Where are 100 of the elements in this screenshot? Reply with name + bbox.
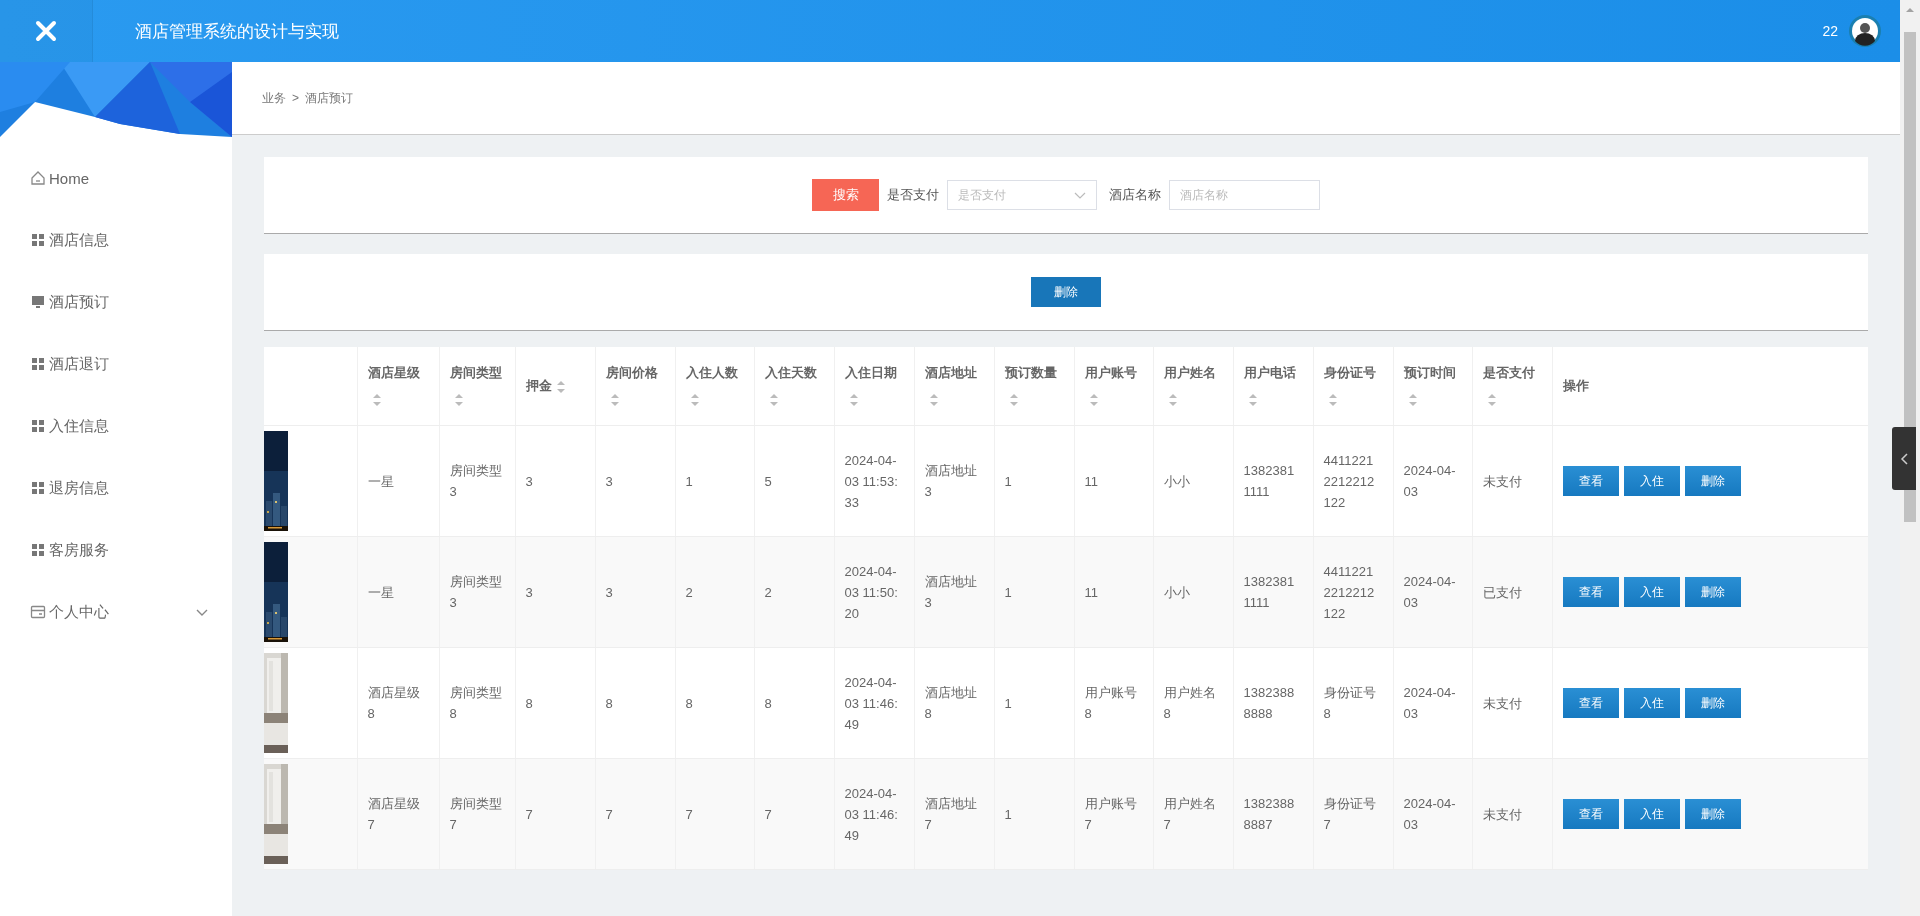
sort-icon[interactable] [1088, 392, 1099, 407]
column-header[interactable]: 用户账号 [1084, 365, 1137, 380]
table-cell-text: 1 [1004, 805, 1013, 824]
column-header[interactable]: 入住日期 [844, 365, 897, 380]
scroll-up-icon[interactable] [1905, 6, 1915, 14]
sidebar-item[interactable]: 个人中心 [49, 602, 109, 622]
sidebar-item[interactable]: 酒店预订 [49, 292, 109, 312]
column-header[interactable]: 押金 [525, 378, 552, 393]
row-action-button[interactable]: 查看 [1562, 577, 1619, 607]
table-cell-text: 用户账号7 [1084, 795, 1138, 834]
sidebar-item[interactable]: 酒店信息 [49, 230, 109, 250]
table-cell-text: 3 [605, 472, 614, 491]
sort-icon[interactable] [1247, 392, 1258, 407]
sort-icon[interactable] [848, 392, 859, 407]
table-cell-text: 一星 [367, 583, 395, 602]
breadcrumb-separator: > [292, 91, 299, 105]
avatar-icon[interactable] [1848, 14, 1882, 48]
table-cell-text: 2024-04-03 11:53:33 [844, 451, 899, 512]
breadcrumb-item[interactable]: 业务 [262, 89, 286, 107]
row-action-button[interactable]: 入住 [1623, 799, 1680, 829]
column-header[interactable]: 是否支付 [1482, 365, 1535, 380]
sidebar-item[interactable]: 酒店退订 [49, 354, 109, 374]
row-action-button[interactable]: 查看 [1562, 688, 1619, 718]
table-cell-text: 一星 [367, 472, 395, 491]
table-cell-text: 7 [764, 805, 773, 824]
table-cell-text: 未支付 [1482, 472, 1523, 491]
row-action-button[interactable]: 删除 [1684, 466, 1741, 496]
table-cell-text: 酒店星级7 [367, 795, 421, 834]
sort-icon[interactable] [928, 392, 939, 407]
sort-icon[interactable] [1407, 392, 1418, 407]
chevron-left-icon [1899, 452, 1909, 465]
table-cell-text: 3 [605, 583, 614, 602]
column-header[interactable]: 预订数量 [1004, 365, 1057, 380]
row-action-button[interactable]: 删除 [1684, 688, 1741, 718]
table-cell-text: 身份证号8 [1323, 684, 1377, 723]
sort-icon[interactable] [555, 379, 566, 394]
sidebar-item[interactable]: 入住信息 [49, 416, 109, 436]
column-header[interactable]: 用户电话 [1243, 365, 1296, 380]
table-cell-text: 7 [525, 805, 534, 824]
sort-icon[interactable] [371, 392, 382, 407]
table-cell-text: 2024-04-03 11:46:49 [844, 784, 899, 845]
row-action-button[interactable]: 入住 [1623, 577, 1680, 607]
close-icon[interactable] [35, 20, 57, 42]
table-cell-text: 酒店地址8 [924, 684, 978, 723]
table-cell-text: 1 [1004, 694, 1013, 713]
sort-icon[interactable] [1327, 392, 1338, 407]
table-cell-text: 房间类型7 [449, 795, 503, 834]
column-header[interactable]: 酒店地址 [924, 365, 977, 380]
table-cell-text: 身份证号7 [1323, 795, 1377, 834]
sort-icon[interactable] [768, 392, 779, 407]
table-cell-text: 3 [525, 472, 534, 491]
column-header[interactable]: 身份证号 [1323, 365, 1376, 380]
row-action-button[interactable]: 入住 [1623, 688, 1680, 718]
sort-icon[interactable] [453, 392, 464, 407]
table-cell-text: 未支付 [1482, 694, 1523, 713]
row-action-button[interactable]: 查看 [1562, 799, 1619, 829]
sort-icon[interactable] [1486, 392, 1497, 407]
table-cell-text: 房间类型8 [449, 684, 503, 723]
sort-icon[interactable] [1167, 392, 1178, 407]
table-cell-text: 小小 [1163, 583, 1191, 602]
table-cell-text: 酒店地址3 [924, 573, 978, 612]
sidebar-item[interactable]: 退房信息 [49, 478, 109, 498]
table-cell-text: 2024-04-03 [1403, 795, 1457, 834]
sidebar-item[interactable]: 客房服务 [49, 540, 109, 560]
table-cell-text: 已支付 [1482, 583, 1523, 602]
input-field[interactable]: 酒店名称 [1169, 180, 1320, 210]
table-cell-text: 2024-04-03 [1403, 684, 1457, 723]
column-header[interactable]: 预订时间 [1403, 365, 1456, 380]
field-label: 是否支付 [887, 186, 939, 204]
user-count: 22 [1822, 23, 1838, 39]
table-cell-text: 13823888888 [1243, 684, 1296, 723]
table-cell-text: 8 [605, 694, 614, 713]
row-action-button[interactable]: 删除 [1684, 799, 1741, 829]
column-header[interactable]: 用户姓名 [1163, 365, 1216, 380]
table-cell-text: 3 [525, 583, 534, 602]
search-button[interactable]: 搜索 [812, 179, 879, 211]
column-header[interactable]: 酒店星级 [367, 365, 420, 380]
table-cell-text: 5 [764, 472, 773, 491]
table-cell-text: 8 [685, 694, 694, 713]
app-title: 酒店管理系统的设计与实现 [135, 20, 340, 43]
column-header[interactable]: 入住人数 [685, 365, 738, 380]
table-cell-text: 2024-04-03 11:50:20 [844, 562, 899, 623]
grid-icon [30, 418, 46, 434]
table-cell-text: 1 [1004, 472, 1013, 491]
row-action-button[interactable]: 入住 [1623, 466, 1680, 496]
column-header[interactable]: 入住天数 [764, 365, 817, 380]
column-header[interactable]: 房间类型 [449, 365, 502, 380]
delete-button[interactable]: 删除 [1031, 277, 1101, 307]
row-action-button[interactable]: 删除 [1684, 577, 1741, 607]
breadcrumb-item: 酒店预订 [305, 89, 353, 107]
column-header[interactable]: 房间价格 [605, 365, 658, 380]
row-action-button[interactable]: 查看 [1562, 466, 1619, 496]
sort-icon[interactable] [1008, 392, 1019, 407]
sidebar-item[interactable]: Home [49, 169, 89, 187]
table-cell-text: 2 [685, 583, 694, 602]
sort-icon[interactable] [609, 392, 620, 407]
table-cell-text: 2024-04-03 [1403, 573, 1457, 612]
side-panel-toggle[interactable] [1892, 427, 1916, 490]
table-cell-text: 房间类型3 [449, 462, 503, 501]
sort-icon[interactable] [689, 392, 700, 407]
